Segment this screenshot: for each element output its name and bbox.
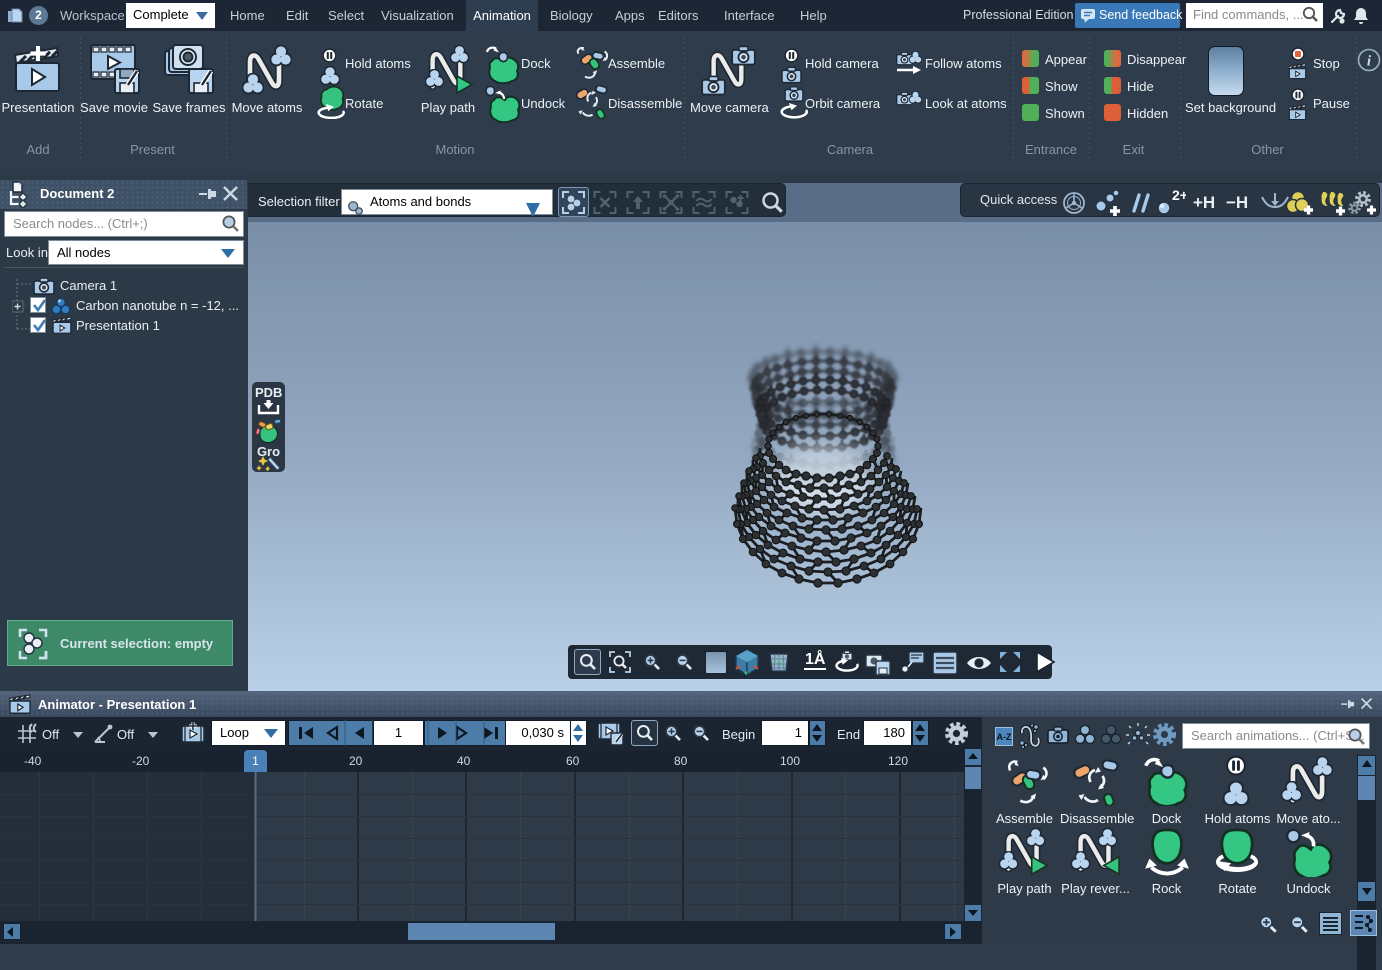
svg-text:2+: 2+ <box>1172 188 1186 203</box>
svg-text:+H: +H <box>1193 193 1215 212</box>
svg-text:−H: −H <box>1226 193 1248 212</box>
svg-text:i: i <box>1367 54 1372 70</box>
